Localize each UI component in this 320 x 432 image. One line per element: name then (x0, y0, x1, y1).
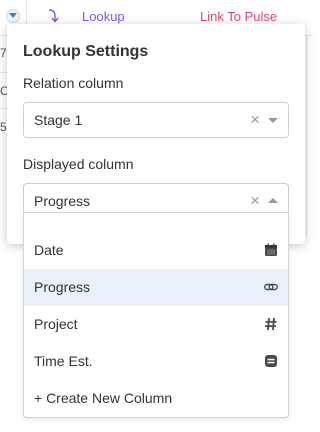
clear-relation-icon[interactable]: × (250, 110, 260, 130)
calendar-icon (264, 243, 278, 257)
relation-column-select[interactable]: Stage 1 × (23, 102, 289, 138)
menu-item-time-est[interactable]: Time Est. (24, 343, 288, 380)
menu-item-label: Progress (34, 279, 91, 295)
column-divider (306, 36, 307, 236)
lookup-settings-panel: Lookup Settings Relation column Stage 1 … (7, 24, 305, 244)
menu-item-date[interactable]: Date (24, 232, 288, 269)
menu-item-label: Date (34, 242, 64, 258)
panel-title: Lookup Settings (23, 43, 149, 60)
menu-item-progress[interactable]: Progress (24, 269, 288, 306)
clear-displayed-icon[interactable]: × (250, 191, 260, 211)
relation-column-label: Relation column (23, 75, 124, 91)
displayed-column-dropdown: Date Progress Project Time Est. + Create… (23, 212, 289, 418)
column-header-lookup[interactable]: Lookup (82, 9, 125, 24)
caret-down-icon (9, 13, 17, 18)
hash-icon (264, 317, 278, 331)
menu-item-label: Time Est. (34, 353, 93, 369)
create-new-column-button[interactable]: + Create New Column (24, 380, 288, 417)
column-header-link-to-pulse[interactable]: Link To Pulse (200, 9, 277, 24)
displayed-column-label: Displayed column (23, 156, 134, 172)
lookup-arrow-icon (48, 9, 59, 23)
link-icon (264, 280, 278, 294)
menu-item-project[interactable]: Project (24, 306, 288, 343)
relation-column-value: Stage 1 (34, 112, 83, 128)
displayed-column-value: Progress (34, 193, 91, 209)
create-new-column-label: + Create New Column (34, 390, 173, 406)
text-icon (264, 354, 278, 368)
chevron-down-icon[interactable] (268, 118, 278, 123)
menu-item-label: Project (34, 316, 78, 332)
collapse-group-button[interactable] (6, 9, 20, 23)
chevron-up-icon[interactable] (268, 198, 278, 203)
